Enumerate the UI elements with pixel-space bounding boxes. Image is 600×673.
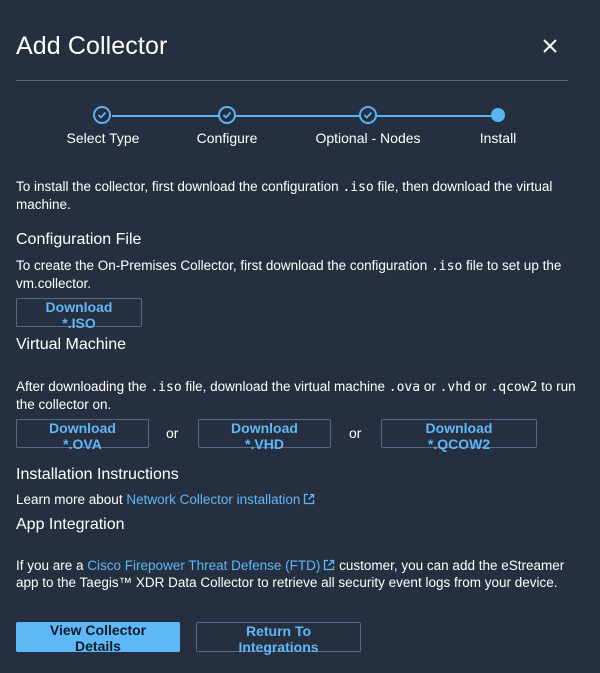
download-qcow2-button[interactable]: Download *.QCOW2	[381, 419, 537, 452]
virtual-machine-text: After downloading the .iso file, downloa…	[16, 378, 576, 413]
configuration-file-text: To create the On-Premises Collector, fir…	[16, 257, 576, 292]
step-label-select-type: Select Type	[66, 130, 140, 146]
return-to-integrations-button[interactable]: Return To Integrations	[196, 622, 361, 655]
external-link-icon	[324, 559, 335, 571]
step-label-configure: Configure	[196, 130, 258, 146]
app-integration-heading: App Integration	[16, 516, 125, 533]
installation-instructions-heading: Installation Instructions	[16, 466, 179, 483]
download-iso-button[interactable]: Download *.ISO	[16, 298, 142, 331]
vm-text-part: or	[470, 379, 491, 394]
step-current-icon	[491, 108, 505, 122]
code-iso: .iso	[430, 259, 463, 274]
vm-text-part: or	[420, 379, 440, 394]
view-collector-details-button[interactable]: View Collector Details	[16, 622, 180, 654]
vm-text-part: file, download the virtual machine	[181, 379, 389, 394]
cisco-ftd-link[interactable]: Cisco Firepower Threat Defense (FTD)	[87, 558, 335, 573]
stepper-track	[112, 115, 498, 117]
app-integration-text: If you are a Cisco Firepower Threat Defe…	[16, 557, 576, 591]
progress-stepper: Select Type Configure Optional - Nodes I…	[16, 100, 584, 160]
dialog-title: Add Collector	[16, 32, 168, 60]
config-text-part: To create the On-Premises Collector, fir…	[16, 258, 431, 273]
install-link-label: Network Collector installation	[126, 492, 301, 507]
or-separator: or	[349, 425, 362, 441]
intro-text-part: To install the collector, first download…	[16, 179, 343, 194]
code-iso: .iso	[150, 380, 182, 395]
network-collector-installation-link[interactable]: Network Collector installation	[126, 492, 315, 507]
code-vhd: .vhd	[439, 380, 471, 395]
install-text-part: Learn more about	[16, 492, 127, 507]
step-label-optional-nodes: Optional - Nodes	[315, 130, 421, 146]
installation-instructions-text: Learn more about Network Collector insta…	[16, 491, 576, 508]
code-qcow2: .qcow2	[490, 380, 538, 395]
step-check-icon	[359, 106, 377, 124]
virtual-machine-heading: Virtual Machine	[16, 336, 126, 353]
code-iso: .iso	[342, 180, 374, 195]
step-label-install: Install	[479, 130, 517, 146]
vm-text-part: After downloading the	[16, 379, 151, 394]
step-check-icon	[218, 106, 236, 124]
download-vhd-button[interactable]: Download *.VHD	[198, 419, 331, 452]
configuration-file-heading: Configuration File	[16, 231, 142, 248]
code-ova: .ova	[388, 380, 421, 395]
dialog-header: Add Collector	[16, 30, 568, 81]
external-link-icon	[304, 493, 315, 505]
intro-text: To install the collector, first download…	[16, 178, 576, 213]
download-ova-button[interactable]: Download *.OVA	[16, 419, 149, 452]
or-separator: or	[166, 425, 179, 441]
app-link-label: Cisco Firepower Threat Defense (FTD)	[87, 558, 321, 573]
close-icon[interactable]	[540, 36, 560, 56]
app-text-part: If you are a	[16, 558, 88, 573]
step-check-icon	[93, 106, 111, 124]
